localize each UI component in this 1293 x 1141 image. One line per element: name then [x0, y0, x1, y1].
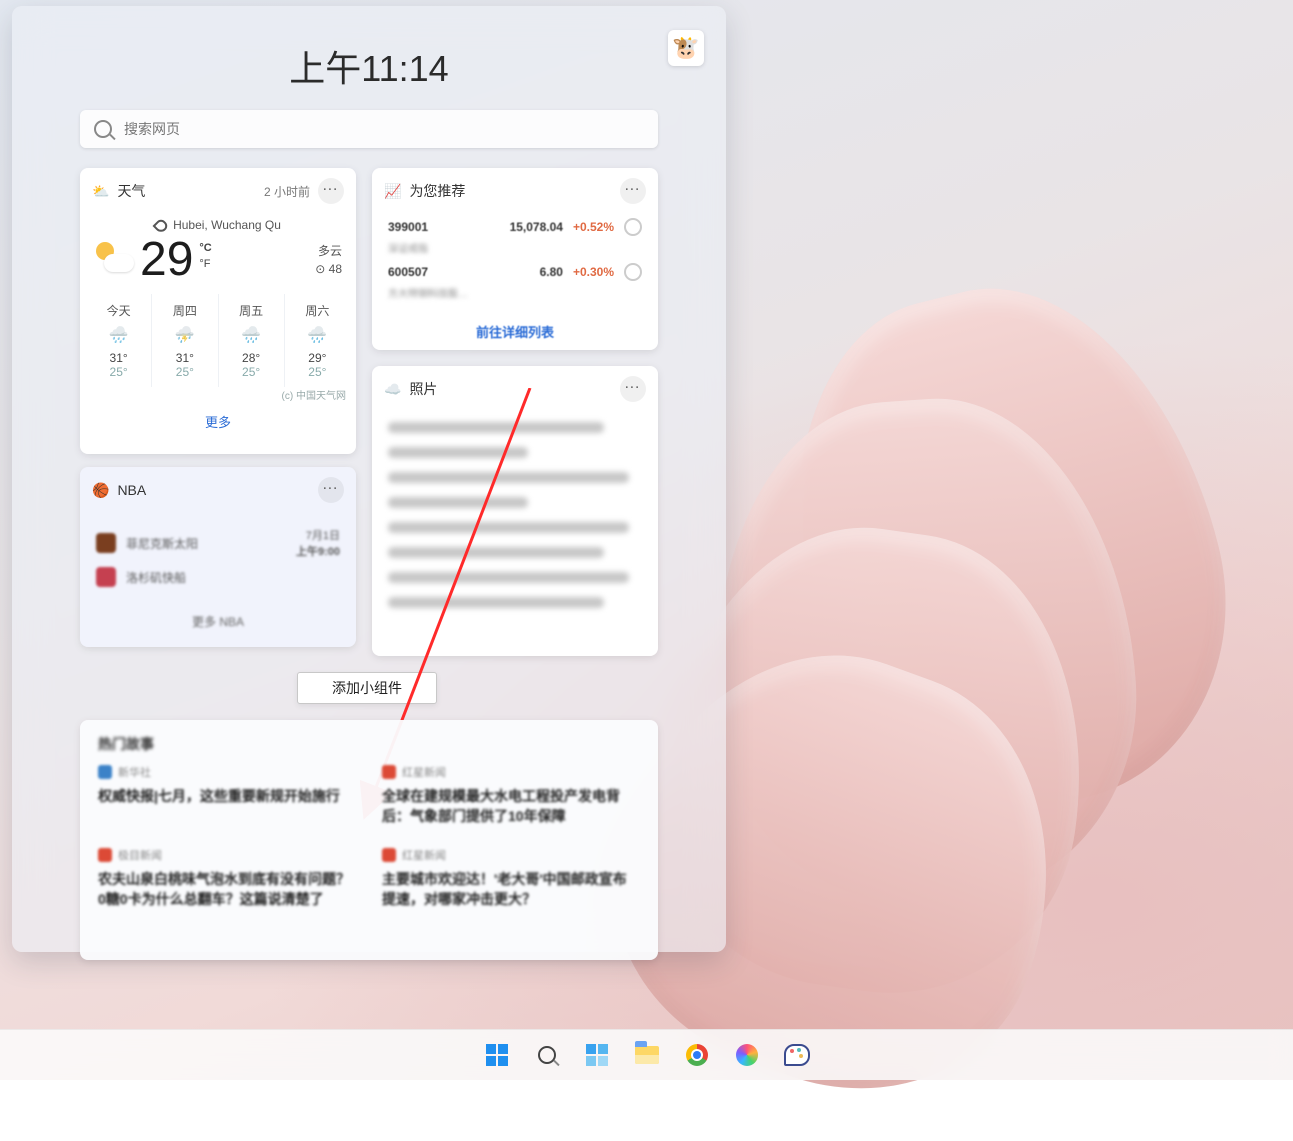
weather-temp: 29: [140, 236, 193, 284]
chrome-icon: [686, 1044, 708, 1066]
widgets-icon: [586, 1044, 608, 1066]
paint-palette-icon: [784, 1044, 810, 1066]
weather-widget[interactable]: ⛅ 天气 2 小时前 ··· Hubei, Wuchang Qu 29 °C °F: [80, 168, 356, 454]
stock-row[interactable]: 39900115,078.04+0.52%: [372, 214, 658, 240]
nba-ball-icon: 🏀: [92, 482, 109, 499]
weather-updated: 2 小时前: [264, 183, 310, 200]
news-feed-widget[interactable]: 热门故事 新华社权威快报|七月，这些重要新规开始施行红星新闻全球在建规模最大水电…: [80, 720, 658, 960]
photos-title: 照片: [409, 379, 437, 399]
forecast-day[interactable]: 周六🌧️29°25°: [284, 294, 350, 387]
nba-more-button[interactable]: ···: [318, 477, 344, 503]
taskbar-paint-button[interactable]: [777, 1035, 817, 1075]
search-icon: [538, 1046, 556, 1064]
forecast-day[interactable]: 周四⛈️31°25°: [151, 294, 217, 387]
windows-logo-icon: [486, 1044, 508, 1066]
taskbar-search-button[interactable]: [527, 1035, 567, 1075]
location-pin-icon: [153, 217, 170, 234]
start-button[interactable]: [477, 1035, 517, 1075]
panel-clock: 上午11:14: [12, 40, 726, 92]
avatar-emoji: 🐮: [672, 35, 699, 61]
rgb-circle-icon: [736, 1044, 758, 1066]
weather-forecast: 今天🌧️31°25°周四⛈️31°25°周五🌧️28°25°周六🌧️29°25°: [86, 294, 350, 387]
forecast-day[interactable]: 今天🌧️31°25°: [86, 294, 151, 387]
stocks-widget[interactable]: 📈为您推荐 ··· 39900115,078.04+0.52%深证成指60050…: [372, 168, 658, 350]
weather-cloud-icon: ⛅: [92, 183, 109, 200]
weather-location: Hubei, Wuchang Qu: [80, 218, 356, 232]
weather-current-icon: [94, 242, 134, 272]
photos-more-button[interactable]: ···: [620, 376, 646, 402]
photos-widget[interactable]: ☁️ 照片 ···: [372, 366, 658, 656]
taskbar-chrome-button[interactable]: [677, 1035, 717, 1075]
feed-item[interactable]: 红星新闻主要城市欢迎达！'老大哥'中国邮政宣布提速，对哪家冲击更大？: [382, 847, 640, 910]
stocks-trend-icon: 📈: [384, 183, 401, 200]
ring-icon: [624, 263, 642, 281]
taskbar-widgets-button[interactable]: [577, 1035, 617, 1075]
web-search-box[interactable]: [80, 110, 658, 148]
nba-match-row[interactable]: 菲尼克斯太阳7月1日上午9:00: [80, 523, 356, 563]
nba-see-more[interactable]: 更多 NBA: [80, 613, 356, 630]
weather-condition: 多云: [315, 242, 342, 260]
user-avatar[interactable]: 🐮: [668, 30, 704, 66]
stocks-title: 为您推荐: [409, 181, 465, 201]
feed-item[interactable]: 极目新闻农夫山泉白桃味气泡水到底有没有问题？0糖0卡为什么总翻车？这篇说清楚了: [98, 847, 356, 910]
stock-row[interactable]: 6005076.80+0.30%: [372, 259, 658, 285]
stocks-detail-link[interactable]: 前往详细列表: [372, 322, 658, 341]
stocks-more-button[interactable]: ···: [620, 178, 646, 204]
feed-item[interactable]: 新华社权威快报|七月，这些重要新规开始施行: [98, 764, 356, 827]
web-search-input[interactable]: [122, 120, 644, 138]
file-explorer-icon: [635, 1046, 659, 1064]
photos-blurred-content: [372, 412, 658, 618]
desktop-wallpaper: 🐮 上午11:14 ⛅ 天气 2 小时前 ··· Hubei, Wuchang Qu…: [0, 0, 1293, 1080]
unit-celsius[interactable]: °C: [199, 242, 211, 254]
nba-match-row[interactable]: 洛杉矶快船: [80, 563, 356, 591]
feed-item[interactable]: 红星新闻全球在建规模最大水电工程投产发电背后：气象部门提供了10年保障: [382, 764, 640, 827]
taskbar-app-button[interactable]: [727, 1035, 767, 1075]
widgets-panel: 🐮 上午11:14 ⛅ 天气 2 小时前 ··· Hubei, Wuchang Qu…: [12, 6, 726, 952]
weather-see-more[interactable]: 更多: [80, 402, 356, 443]
weather-aqi: ⊙ 48: [315, 260, 342, 278]
unit-fahrenheit[interactable]: °F: [199, 258, 211, 270]
weather-more-button[interactable]: ···: [318, 178, 344, 204]
nba-widget[interactable]: 🏀 NBA ··· 菲尼克斯太阳7月1日上午9:00洛杉矶快船 更多 NBA: [80, 467, 356, 647]
ring-icon: [624, 218, 642, 236]
forecast-day[interactable]: 周五🌧️28°25°: [218, 294, 284, 387]
taskbar-explorer-button[interactable]: [627, 1035, 667, 1075]
nba-title: NBA: [117, 482, 146, 498]
feed-title: 热门故事: [98, 734, 640, 754]
onedrive-cloud-icon: ☁️: [384, 381, 401, 398]
taskbar: [0, 1029, 1293, 1080]
weather-attribution: (c) 中国天气网: [80, 387, 356, 402]
add-widget-button[interactable]: 添加小组件: [297, 672, 437, 704]
weather-title: 天气: [117, 181, 145, 201]
search-icon: [94, 120, 112, 138]
